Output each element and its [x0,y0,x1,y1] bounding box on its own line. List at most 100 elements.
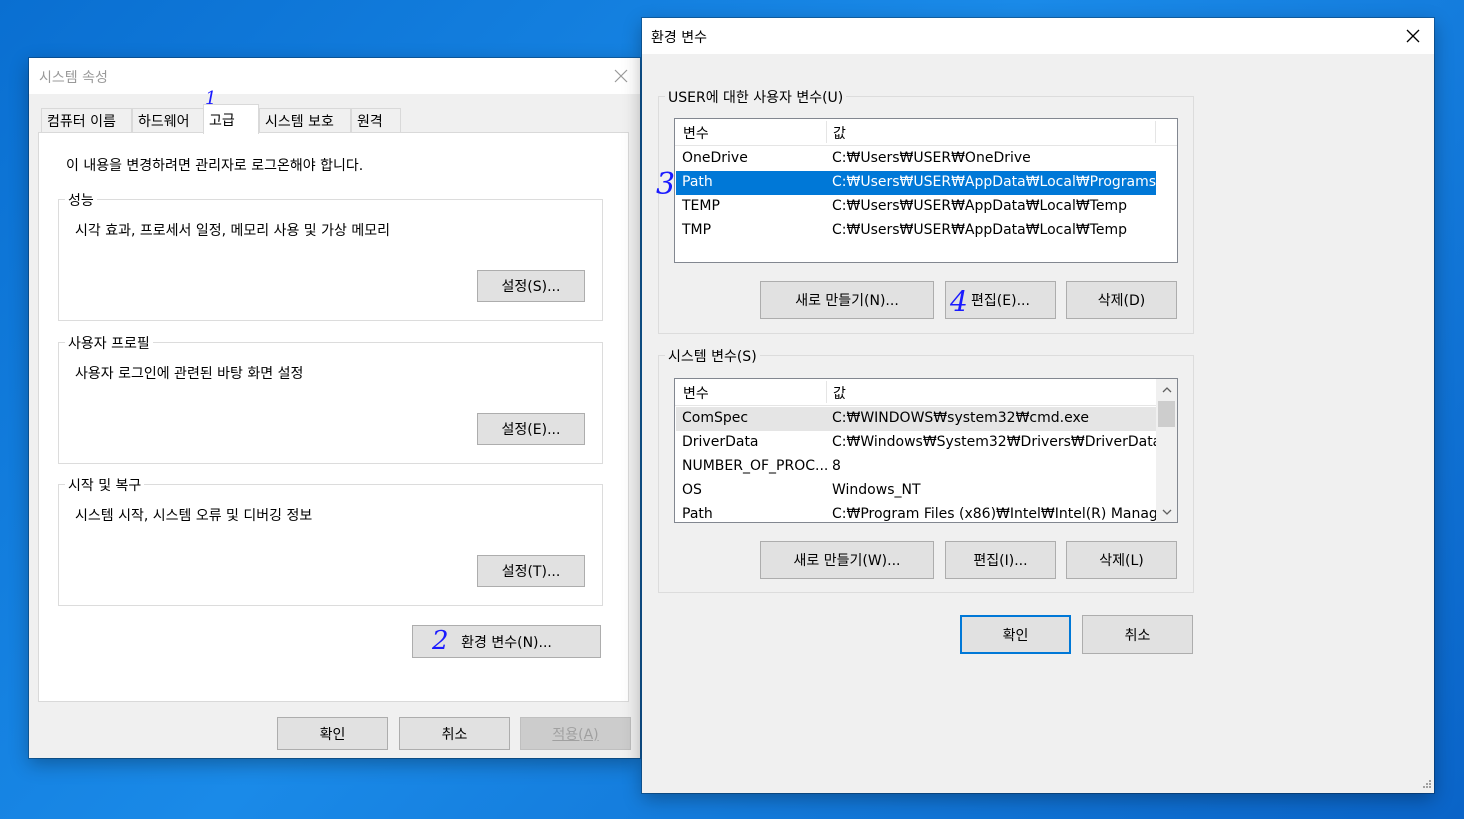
env-ok-button[interactable]: 확인 [960,615,1071,654]
chevron-down-icon[interactable] [1156,503,1177,520]
group-title: USER에 대한 사용자 변수(U) [665,87,847,107]
button-label: 확인 [319,726,346,743]
button-label: 취소 [1124,627,1151,644]
list-header: 변수 값 [675,119,1177,146]
user-profile-settings-button[interactable]: 설정(E)... [477,413,585,445]
variable-name: OS [682,482,702,498]
tab-label: 컴퓨터 이름 [47,114,116,130]
list-item[interactable]: OS Windows_NT [676,479,1156,503]
variable-name: NUMBER_OF_PROC... [682,458,829,474]
title-bar: 시스템 속성 [29,58,640,94]
variable-value: Windows_NT [832,482,921,498]
tab-computer-name[interactable]: 컴퓨터 이름 [41,108,132,133]
button-label: 편집(E)... [971,293,1030,309]
list-item[interactable]: TEMP C:₩Users₩USER₩AppData₩Local₩Temp [676,195,1156,219]
list-item[interactable]: OneDrive C:₩Users₩USER₩OneDrive [676,147,1156,171]
system-new-button[interactable]: 새로 만들기(W)... [760,541,934,579]
button-label: 설정(E)... [501,422,561,438]
column-header-value[interactable]: 값 [833,383,846,403]
system-edit-button[interactable]: 편집(I)... [945,541,1056,579]
step-annotation-3: 3 [656,167,676,202]
startup-recovery-settings-button[interactable]: 설정(T)... [477,555,585,587]
button-label: 적용(A) [552,726,599,743]
column-separator[interactable] [826,121,827,143]
button-label: 확인 [1002,627,1029,644]
list-item-selected[interactable]: Path C:₩Users₩USER₩AppData₩Local₩Programs… [676,171,1169,195]
step-annotation-2: 2 [432,626,449,656]
variable-name: OneDrive [682,150,748,166]
variable-name: DriverData [682,434,759,450]
column-separator[interactable] [1155,121,1156,143]
env-cancel-button[interactable]: 취소 [1082,615,1193,654]
column-header-variable[interactable]: 변수 [683,383,709,403]
list-item[interactable]: DriverData C:₩Windows₩System32₩Drivers₩Dr… [676,431,1161,455]
tab-label: 시스템 보호 [265,114,334,130]
group-title: 시스템 변수(S) [665,346,760,366]
variable-value: C:₩Users₩USER₩AppData₩Local₩Temp [832,222,1127,238]
title-bar: 환경 변수 [642,18,1434,54]
window-title: 환경 변수 [651,30,707,46]
variable-value: C:₩Users₩USER₩AppData₩Local₩Programs... [832,174,1170,190]
group-title: 성능 [65,190,97,210]
tab-hardware[interactable]: 하드웨어 [132,108,204,133]
admin-notice: 이 내용을 변경하려면 관리자로 로그온해야 합니다. [66,158,364,174]
list-item[interactable]: ComSpec C:₩WINDOWS₩system32₩cmd.exe [676,407,1156,431]
close-icon[interactable] [1398,21,1428,51]
cancel-button[interactable]: 취소 [399,717,510,750]
variable-name: ComSpec [682,410,749,426]
variable-name: TMP [682,222,712,238]
variable-value: C:₩Windows₩System32₩Drivers₩DriverData [832,434,1162,450]
button-label: 환경 변수(N)... [461,634,552,651]
user-delete-button[interactable]: 삭제(D) [1066,281,1177,319]
column-header-value[interactable]: 값 [833,123,846,143]
group-title: 시작 및 복구 [65,475,145,495]
column-separator[interactable] [826,381,827,403]
system-variables-list[interactable]: 변수 값 ComSpec C:₩WINDOWS₩system32₩cmd.exe … [674,378,1178,523]
variable-name: Path [682,174,713,190]
performance-description: 시각 효과, 프로세서 일정, 메모리 사용 및 가상 메모리 [75,223,390,239]
list-item[interactable]: NUMBER_OF_PROC... 8 [676,455,1156,479]
button-label: 새로 만들기(W)... [793,553,901,569]
button-label: 편집(I)... [973,553,1028,569]
apply-button[interactable]: 적용(A) [520,717,631,750]
button-label: 취소 [441,726,468,743]
button-label: 삭제(D) [1097,293,1146,309]
variable-value: 8 [832,458,841,474]
user-variables-list[interactable]: 변수 값 OneDrive C:₩Users₩USER₩OneDrive Path… [674,118,1178,263]
variable-value: C:₩Users₩USER₩AppData₩Local₩Temp [832,198,1127,214]
user-profile-group: 사용자 프로필 [58,333,603,464]
list-header: 변수 값 [675,379,1156,406]
startup-recovery-description: 시스템 시작, 시스템 오류 및 디버깅 정보 [75,508,313,524]
button-label: 설정(T)... [501,564,561,580]
tab-remote[interactable]: 원격 [351,108,401,133]
tab-system-protection[interactable]: 시스템 보호 [259,108,351,133]
performance-settings-button[interactable]: 설정(S)... [477,270,585,302]
chevron-up-icon[interactable] [1156,381,1177,398]
resize-grip-icon[interactable] [1420,779,1432,791]
system-delete-button[interactable]: 삭제(L) [1066,541,1177,579]
tab-label: 원격 [357,114,383,130]
button-label: 설정(S)... [501,279,561,295]
user-profile-description: 사용자 로그인에 관련된 바탕 화면 설정 [75,366,304,382]
variable-name: Path [682,506,713,522]
startup-recovery-group: 시작 및 복구 [58,475,603,606]
group-title: 사용자 프로필 [65,333,153,353]
button-label: 삭제(L) [1099,553,1144,569]
close-icon[interactable] [606,61,636,91]
tab-label: 고급 [209,112,235,129]
tab-advanced[interactable]: 고급 [203,104,259,134]
column-header-variable[interactable]: 변수 [683,123,709,143]
variable-value: C:₩WINDOWS₩system32₩cmd.exe [832,410,1089,426]
button-label: 새로 만들기(N)... [795,293,899,309]
scrollbar-thumb[interactable] [1158,401,1175,427]
variable-value: C:₩Program Files (x86)₩Intel₩Intel(R) Ma… [832,506,1172,522]
performance-group: 성능 [58,190,603,321]
window-title: 시스템 속성 [39,70,108,86]
variable-value: C:₩Users₩USER₩OneDrive [832,150,1031,166]
vertical-scrollbar[interactable] [1156,379,1177,522]
step-annotation-4: 4 [950,285,968,318]
list-item[interactable]: Path C:₩Program Files (x86)₩Intel₩Intel(R… [676,503,1171,522]
list-item[interactable]: TMP C:₩Users₩USER₩AppData₩Local₩Temp [676,219,1156,243]
user-new-button[interactable]: 새로 만들기(N)... [760,281,934,319]
ok-button[interactable]: 확인 [277,717,388,750]
